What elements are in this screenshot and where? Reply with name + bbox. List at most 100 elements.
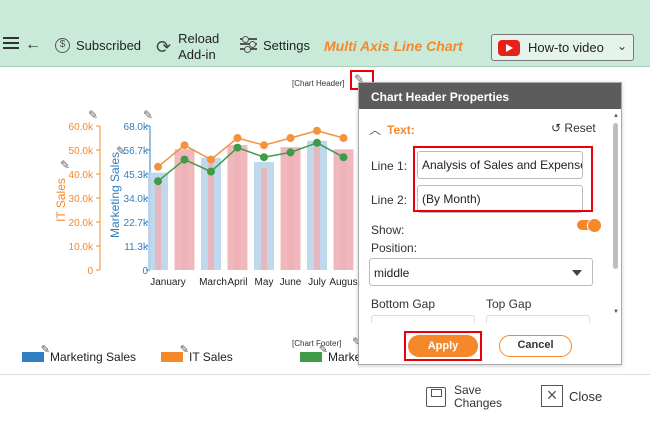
chart-footer-tag[interactable]: [Chart Footer]: [292, 339, 341, 348]
close-icon: ×: [541, 385, 563, 407]
subscribed-button[interactable]: $ Subscribed: [55, 38, 141, 53]
it-sales-point: [339, 134, 348, 142]
legend-swatch: [22, 343, 50, 362]
cancel-button[interactable]: Cancel: [499, 335, 572, 357]
legend-item-marketing-sales[interactable]: Marketing Sales: [22, 343, 137, 364]
reload-label-line2: Add-in: [178, 47, 216, 62]
x-tick-label: May: [255, 277, 274, 288]
reload-addin-button[interactable]: ⟳ Reload Add-in: [156, 31, 219, 63]
it-axis-tick-label: 50.0k: [69, 146, 94, 157]
howto-video-dropdown[interactable]: How-to video ⌄: [491, 34, 634, 61]
save-label-line1: Save: [454, 383, 482, 397]
mkt-axis-tick-label: 0: [142, 266, 148, 277]
show-label: Show:: [371, 223, 405, 237]
reset-button[interactable]: ↺ Reset: [551, 121, 596, 135]
x-tick-label: April: [227, 277, 247, 288]
close-button[interactable]: × Close: [541, 385, 602, 407]
mkt-axis-tick-label: 22.7k: [124, 218, 149, 229]
save-label-line2: Changes: [454, 396, 503, 410]
x-tick-label: July: [308, 277, 326, 288]
x-axis-labels: January March April May June July Augus: [150, 277, 357, 288]
bottom-gap-input[interactable]: [371, 315, 475, 323]
back-arrow-icon[interactable]: ←: [25, 36, 41, 54]
bar-inner: [155, 178, 161, 270]
top-gap-label: Top Gap: [486, 297, 532, 311]
scroll-down-icon[interactable]: ▼: [613, 309, 619, 315]
bar-inner: [181, 155, 188, 270]
marketing-point: [313, 138, 321, 147]
legend-label: Marke: [328, 350, 362, 364]
settings-button[interactable]: Settings: [240, 36, 310, 53]
x-tick-label: June: [280, 277, 302, 288]
it-axis-tick-label: 20.0k: [69, 218, 94, 229]
bar-inner: [261, 168, 267, 270]
it-axis-tick-label: 10.0k: [69, 242, 94, 253]
chart-header-tag[interactable]: [Chart Header]: [292, 79, 344, 88]
position-label: Position:: [371, 241, 418, 255]
marketing-point: [286, 148, 295, 157]
mkt-axis-tick-label: 56.7k: [124, 146, 149, 157]
chevron-down-icon: ⌄: [616, 39, 627, 53]
bar-inner: [314, 146, 320, 270]
it-sales-point: [154, 162, 162, 171]
subscribed-label: Subscribed: [76, 38, 142, 53]
reload-label-line1: Reload: [178, 31, 220, 46]
marketing-point: [154, 177, 162, 186]
legend-label: Marketing Sales: [50, 350, 137, 364]
marketing-point: [180, 155, 189, 164]
mkt-axis-tick-label: 34.0k: [124, 194, 149, 205]
apply-highlight: [404, 331, 482, 361]
multi-axis-chart: 60.0k 50.0k 40.0k 30.0k 20.0k 10.0k 0 68.0k 56.…: [54, 122, 358, 288]
bar-inner: [340, 155, 347, 270]
x-tick-label: Augus: [329, 277, 357, 288]
bar-inner: [234, 151, 241, 270]
reset-icon: ↺: [551, 121, 562, 135]
save-changes-button[interactable]: Save Changes: [426, 384, 502, 410]
bar-inner: [208, 163, 214, 270]
marketing-point: [233, 143, 242, 152]
line1-label: Line 1:: [371, 159, 408, 173]
top-gap-input[interactable]: [486, 315, 590, 323]
reload-icon: ⟳: [156, 36, 172, 57]
toolbar: ← $ Subscribed ⟳ Reload Add-in Settings …: [0, 0, 650, 67]
marketing-point: [260, 153, 268, 162]
it-axis-tick-label: 30.0k: [69, 194, 94, 205]
x-tick-label: January: [150, 277, 186, 288]
x-tick-label: March: [199, 277, 227, 288]
line-inputs-highlight: [413, 146, 593, 212]
close-label: Close: [569, 388, 603, 404]
howto-label: How-to video: [528, 40, 604, 55]
it-axis-tick-label: 60.0k: [69, 122, 94, 133]
show-toggle[interactable]: [577, 218, 602, 233]
chart-header-properties-panel: Chart Header Properties ︿ Text: ↺ Reset L…: [358, 82, 622, 365]
it-sales-point: [286, 134, 295, 142]
position-value: middle: [374, 266, 410, 280]
legend-item-marketing[interactable]: Marke: [300, 343, 362, 364]
it-sales-point: [207, 155, 215, 164]
it-axis: 60.0k 50.0k 40.0k 30.0k 20.0k 10.0k 0: [69, 122, 101, 277]
it-axis-tick-label: 0: [87, 266, 93, 277]
reset-label: Reset: [564, 121, 596, 135]
legend-swatch: [300, 343, 328, 362]
position-select[interactable]: middle: [369, 258, 593, 286]
it-sales-point: [180, 141, 189, 150]
menu-icon[interactable]: [3, 37, 19, 51]
marketing-axis: 68.0k 56.7k 45.3k 34.0k 22.7k 11.3k 0: [124, 122, 151, 277]
text-section-header[interactable]: ︿ Text:: [369, 121, 415, 138]
it-sales-point: [260, 141, 268, 150]
chevron-up-icon: ︿: [369, 123, 382, 137]
scroll-up-icon[interactable]: ▲: [613, 113, 619, 119]
it-axis-title: IT Sales: [54, 178, 68, 222]
bottom-gap-label: Bottom Gap: [371, 297, 436, 311]
dollar-icon: $: [55, 38, 70, 53]
settings-label: Settings: [263, 38, 310, 53]
legend-item-it-sales[interactable]: IT Sales: [161, 343, 233, 364]
app-title: Multi Axis Line Chart: [324, 38, 463, 54]
dropdown-arrow-icon: [572, 270, 582, 276]
mkt-axis-tick-label: 11.3k: [124, 242, 149, 253]
settings-sliders-icon: [240, 36, 257, 53]
scroll-thumb[interactable]: [613, 123, 618, 269]
legend-label: IT Sales: [189, 350, 233, 364]
panel-title: Chart Header Properties: [359, 83, 621, 109]
it-sales-point: [313, 126, 321, 135]
